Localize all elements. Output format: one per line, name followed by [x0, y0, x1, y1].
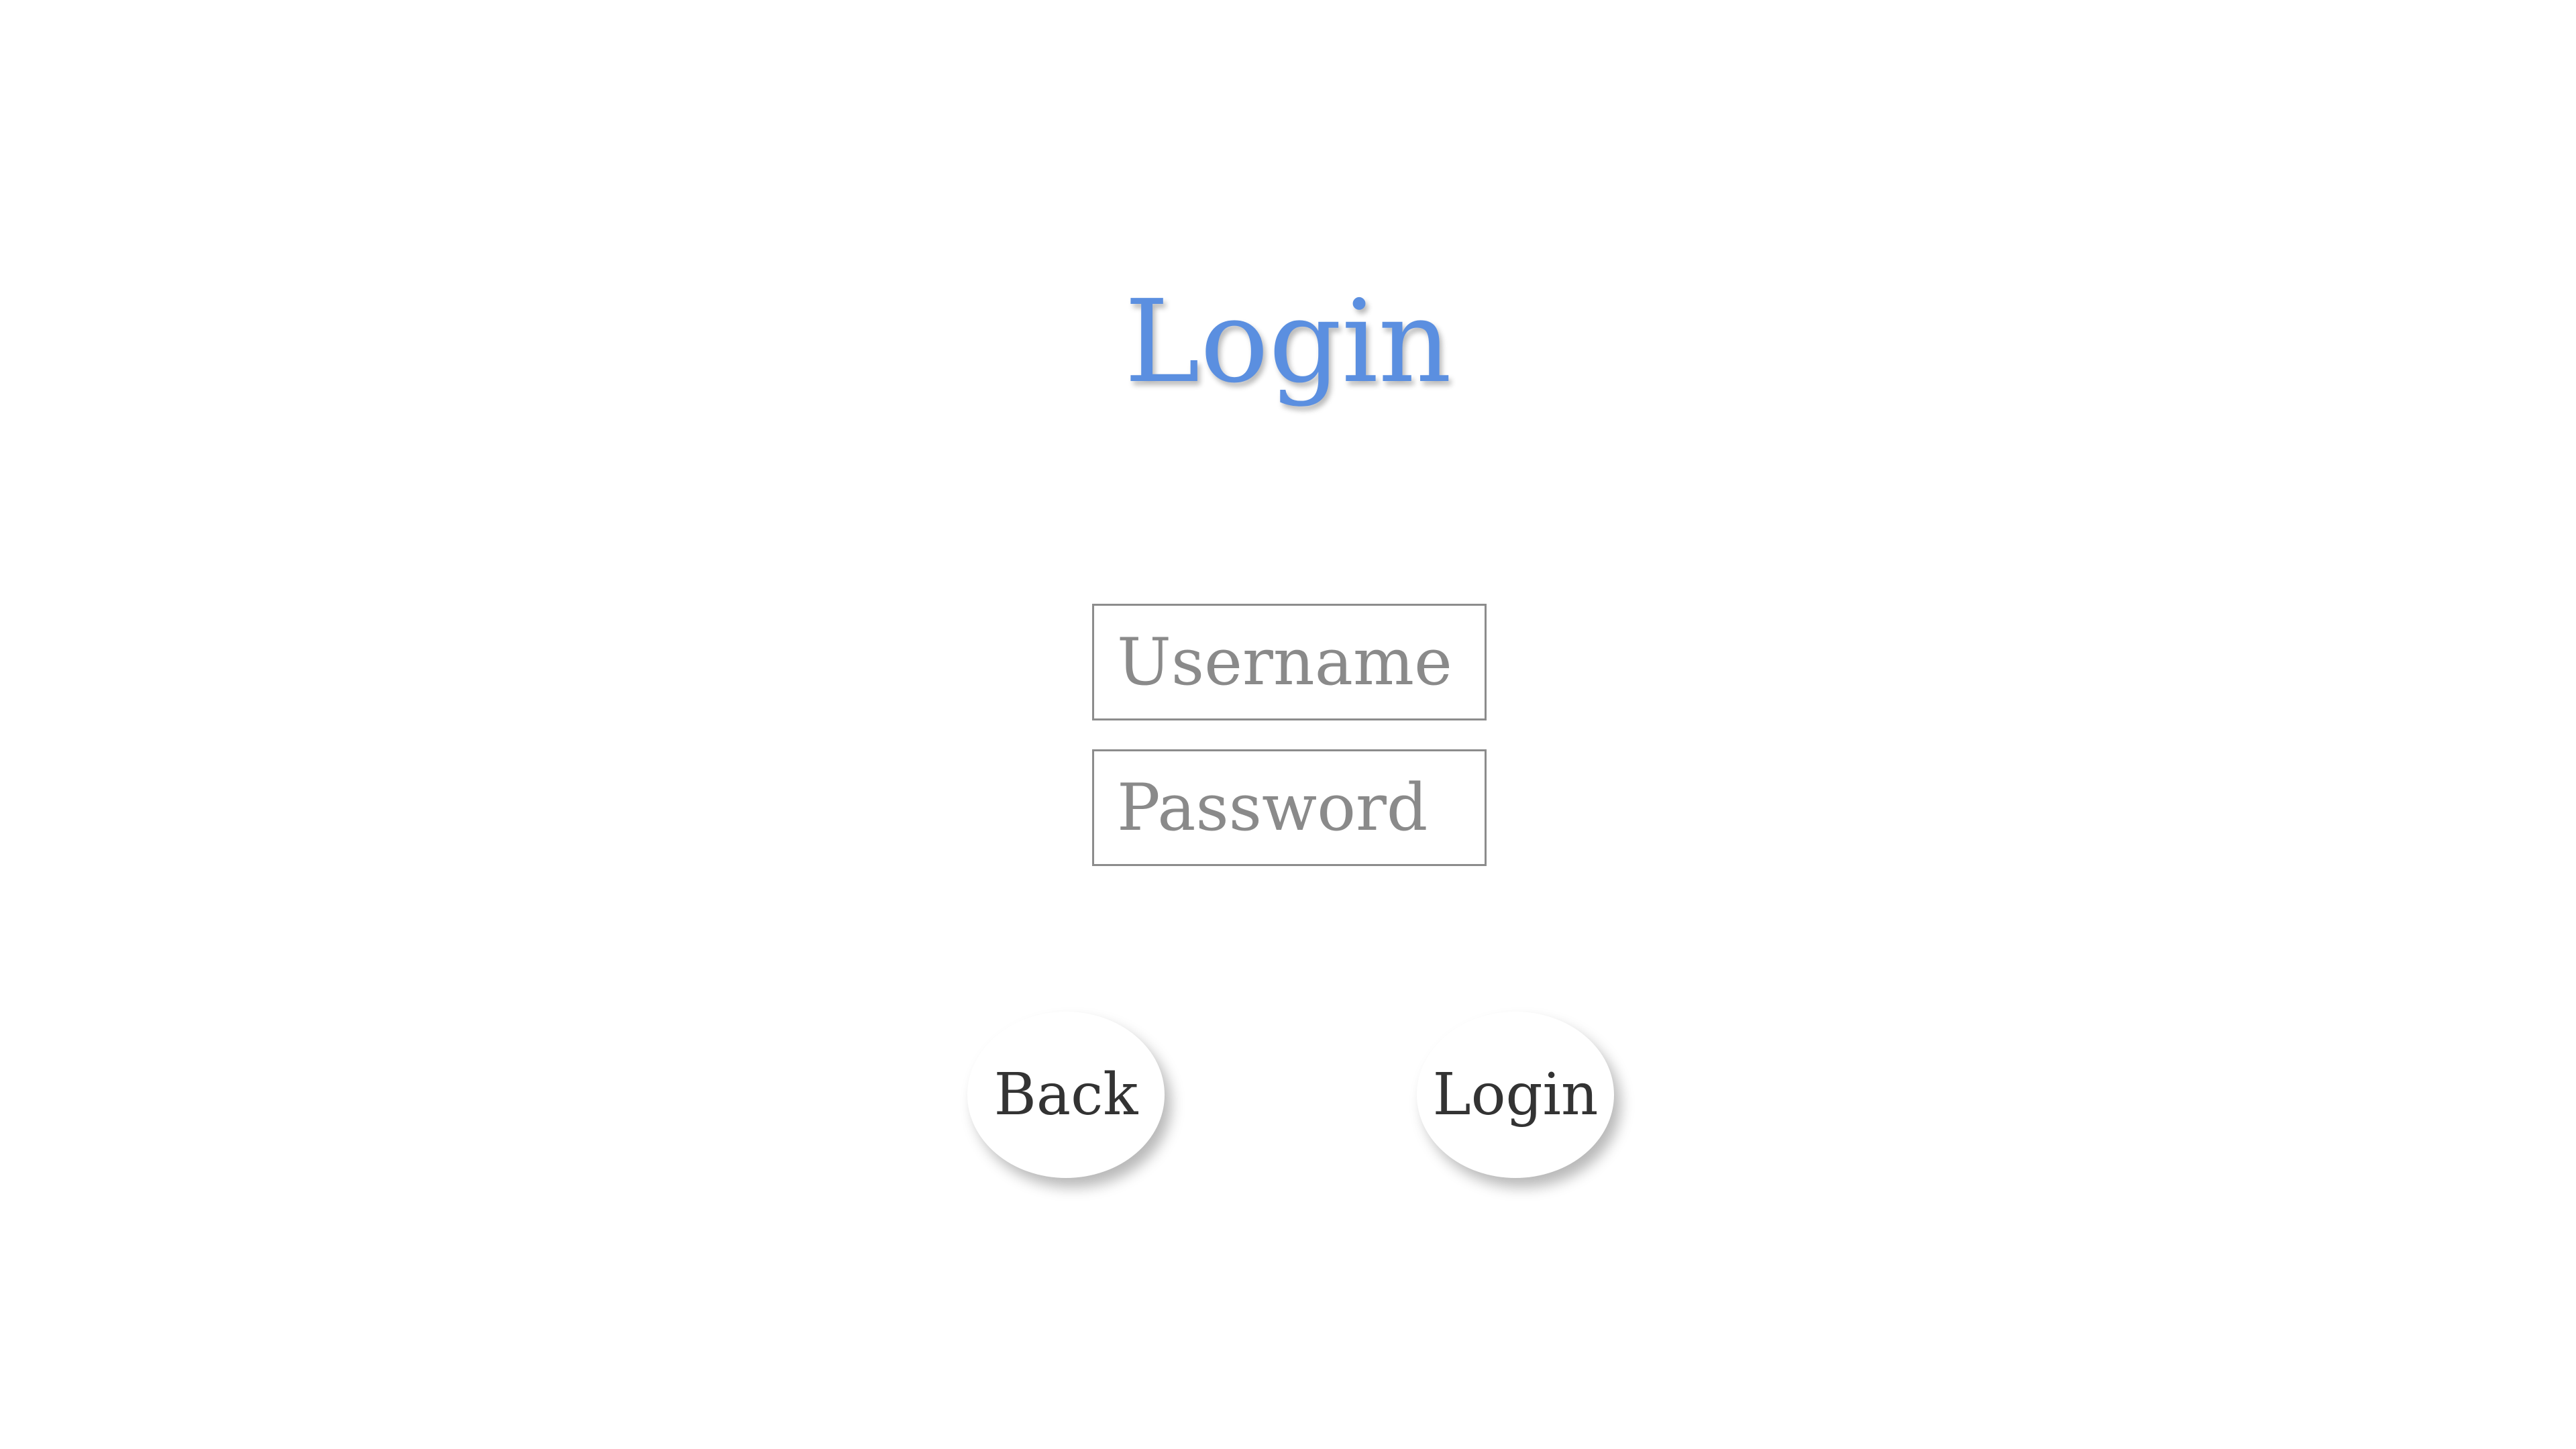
username-input[interactable] [1092, 604, 1487, 720]
password-input[interactable] [1092, 749, 1487, 866]
back-button[interactable]: Back [967, 1012, 1165, 1178]
back-button-label: Back [994, 1061, 1138, 1128]
page-title: Login [1124, 276, 1452, 409]
login-button[interactable]: Login [1417, 1012, 1614, 1178]
login-button-label: Login [1432, 1061, 1599, 1128]
